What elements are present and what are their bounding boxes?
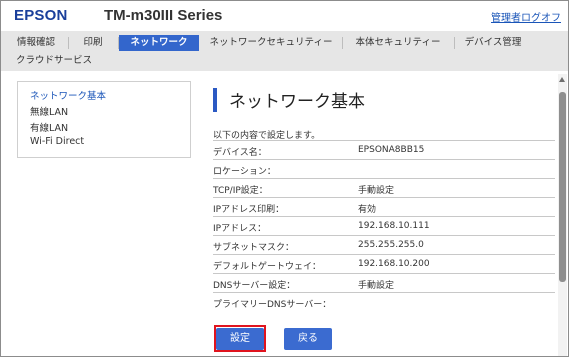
row-label: DNSサーバー設定： [213,281,296,291]
tab-bar: 情報確認 印刷 ネットワーク ネットワークセキュリティー 本体セキュリティー デ… [1,31,568,71]
page-title: ネットワーク基本 [229,92,365,112]
row-value: EPSONA8BB15 [358,145,425,155]
epson-logo: EPSON [14,7,68,24]
row-label: ロケーション： [213,167,276,177]
main-content: ネットワーク基本 以下の内容で設定します。 デバイス名： EPSONA8BB15… [201,74,555,356]
title-accent-bar [213,88,217,112]
back-button[interactable]: 戻る [284,328,332,350]
row-label: プライマリーDNSサーバー： [213,300,332,310]
model-name: TM-m30III Series [104,7,223,24]
settings-row: DNSサーバー設定： 手動設定 [213,273,555,293]
row-label: IPアドレス： [213,224,267,234]
sidenav-item-wired-lan[interactable]: 有線LAN [30,120,68,134]
side-navigation: ネットワーク基本 無線LAN 有線LAN Wi-Fi Direct [17,81,191,158]
row-value: 255.255.255.0 [358,240,424,250]
tab-cloud-service[interactable]: クラウドサービス [9,53,99,69]
settings-row: デバイス名： EPSONA8BB15 [213,140,555,160]
row-label: サブネットマスク： [213,243,295,253]
settings-row: デフォルトゲートウェイ： 192.168.10.200 [213,254,555,274]
row-value: 192.168.10.200 [358,259,430,269]
row-label: デフォルトゲートウェイ： [213,262,322,272]
ok-button[interactable]: 設定 [216,328,264,350]
settings-row: TCP/IP設定： 手動設定 [213,178,555,198]
row-value: 手動設定 [358,186,395,196]
row-label: TCP/IP設定： [213,186,268,196]
row-value: 192.168.10.111 [358,221,430,231]
sidenav-item-network-basic[interactable]: ネットワーク基本 [30,88,106,102]
scroll-thumb[interactable] [559,92,566,282]
admin-logout-link[interactable]: 管理者ログオフ [491,9,561,24]
sidenav-item-wireless-lan[interactable]: 無線LAN [30,104,68,118]
browser-frame: EPSON TM-m30III Series 管理者ログオフ 情報確認 印刷 ネ… [0,0,569,357]
settings-row: プライマリーDNSサーバー： [213,292,555,312]
settings-row: IPアドレス： 192.168.10.111 [213,216,555,236]
tab-device-security[interactable]: 本体セキュリティー [343,35,453,51]
tab-print[interactable]: 印刷 [69,35,117,51]
settings-row: IPアドレス印刷： 有効 [213,197,555,217]
settings-row: ロケーション： [213,159,555,179]
vertical-scrollbar[interactable] [558,74,567,356]
scroll-up-arrow-icon[interactable] [559,77,565,82]
header: EPSON TM-m30III Series 管理者ログオフ [1,1,568,29]
settings-row: サブネットマスク： 255.255.255.0 [213,235,555,255]
row-label: IPアドレス印刷： [213,205,285,215]
tab-device-management[interactable]: デバイス管理 [455,35,531,51]
row-value: 手動設定 [358,281,395,291]
tab-network[interactable]: ネットワーク [119,35,199,51]
row-value: 有効 [358,205,377,215]
tab-information[interactable]: 情報確認 [5,35,67,51]
sidenav-item-wifi-direct[interactable]: Wi-Fi Direct [30,136,84,147]
row-label: デバイス名： [213,148,267,158]
tab-network-security[interactable]: ネットワークセキュリティー [201,35,341,51]
